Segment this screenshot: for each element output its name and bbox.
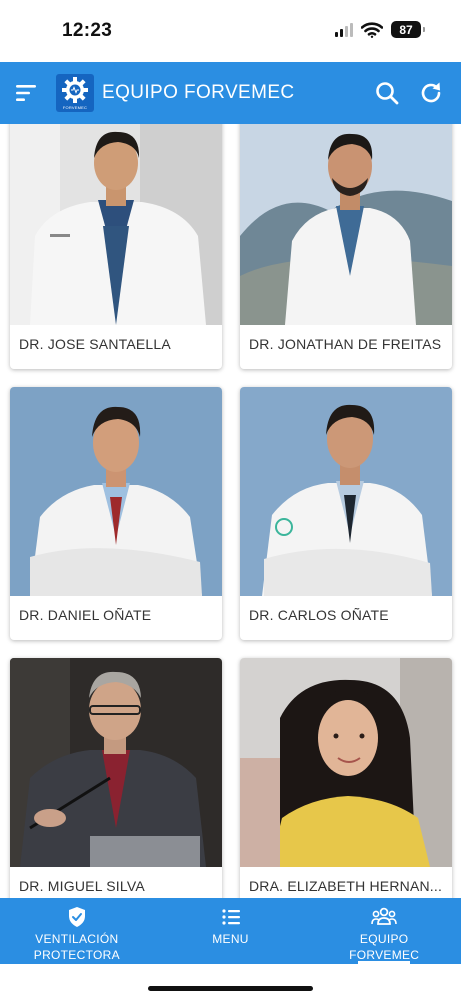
nav-label: MENU [212,932,249,946]
doctor-name: DR. JOSE SANTAELLA [19,336,171,352]
doctor-name: DR. CARLOS OÑATE [249,607,389,623]
doctor-photo [10,124,222,325]
doctor-name: DR. JONATHAN DE FREITAS [249,336,442,352]
shield-check-icon [68,907,85,927]
doctor-name: DRA. ELIZABETH HERNAN... [249,878,443,894]
nav-equipo-forvemec[interactable]: EQUIPO FORVEMEC [307,898,461,964]
wifi-icon [361,21,383,38]
doctor-name: DR. DANIEL OÑATE [19,607,152,623]
doctor-card[interactable]: DR. JOSE SANTAELLA [10,124,222,369]
doctor-card[interactable]: DR. DANIEL OÑATE [10,387,222,640]
doctor-name: DR. MIGUEL SILVA [19,878,145,894]
doctor-photo [240,124,452,325]
home-indicator[interactable] [148,986,313,991]
group-icon [371,907,397,925]
refresh-icon[interactable] [418,80,444,106]
home-area [0,964,461,1000]
bottom-navigation: VENTILACIÓN PROTECTORA MENU EQUIPO FORVE… [0,898,461,964]
doctor-card[interactable]: DR. MIGUEL SILVA [10,658,222,898]
status-bar: 12:23 87 [0,0,461,62]
page-title: EQUIPO FORVEMEC [102,82,295,103]
app-bar: FORVEMEC EQUIPO FORVEMEC [0,62,461,124]
search-icon[interactable] [374,80,400,106]
doctor-photo [10,658,222,867]
cellular-signal-icon [335,22,353,37]
doctor-list[interactable]: DR. JOSE SANTAELLA DR. JONATHAN DE FREIT… [0,124,461,898]
doctor-photo [10,387,222,596]
status-time: 12:23 [62,20,113,41]
status-indicators: 87 [335,21,425,38]
doctor-photo [240,658,452,867]
nav-label: VENTILACIÓN PROTECTORA [33,932,120,962]
gear-logo-icon [62,77,88,103]
nav-ventilacion-protectora[interactable]: VENTILACIÓN PROTECTORA [0,898,154,964]
nav-label: EQUIPO FORVEMEC [349,932,420,962]
app-logo: FORVEMEC [56,74,94,112]
logo-text: FORVEMEC [62,105,88,110]
battery-indicator: 87 [391,21,425,38]
doctor-card[interactable]: DRA. ELIZABETH HERNAN... [240,658,452,898]
doctor-photo [240,387,452,596]
nav-menu[interactable]: MENU [154,898,308,964]
doctor-card[interactable]: DR. JONATHAN DE FREITAS [240,124,452,369]
sort-menu-icon[interactable] [14,81,40,105]
list-icon [221,909,240,925]
doctor-card[interactable]: DR. CARLOS OÑATE [240,387,452,640]
